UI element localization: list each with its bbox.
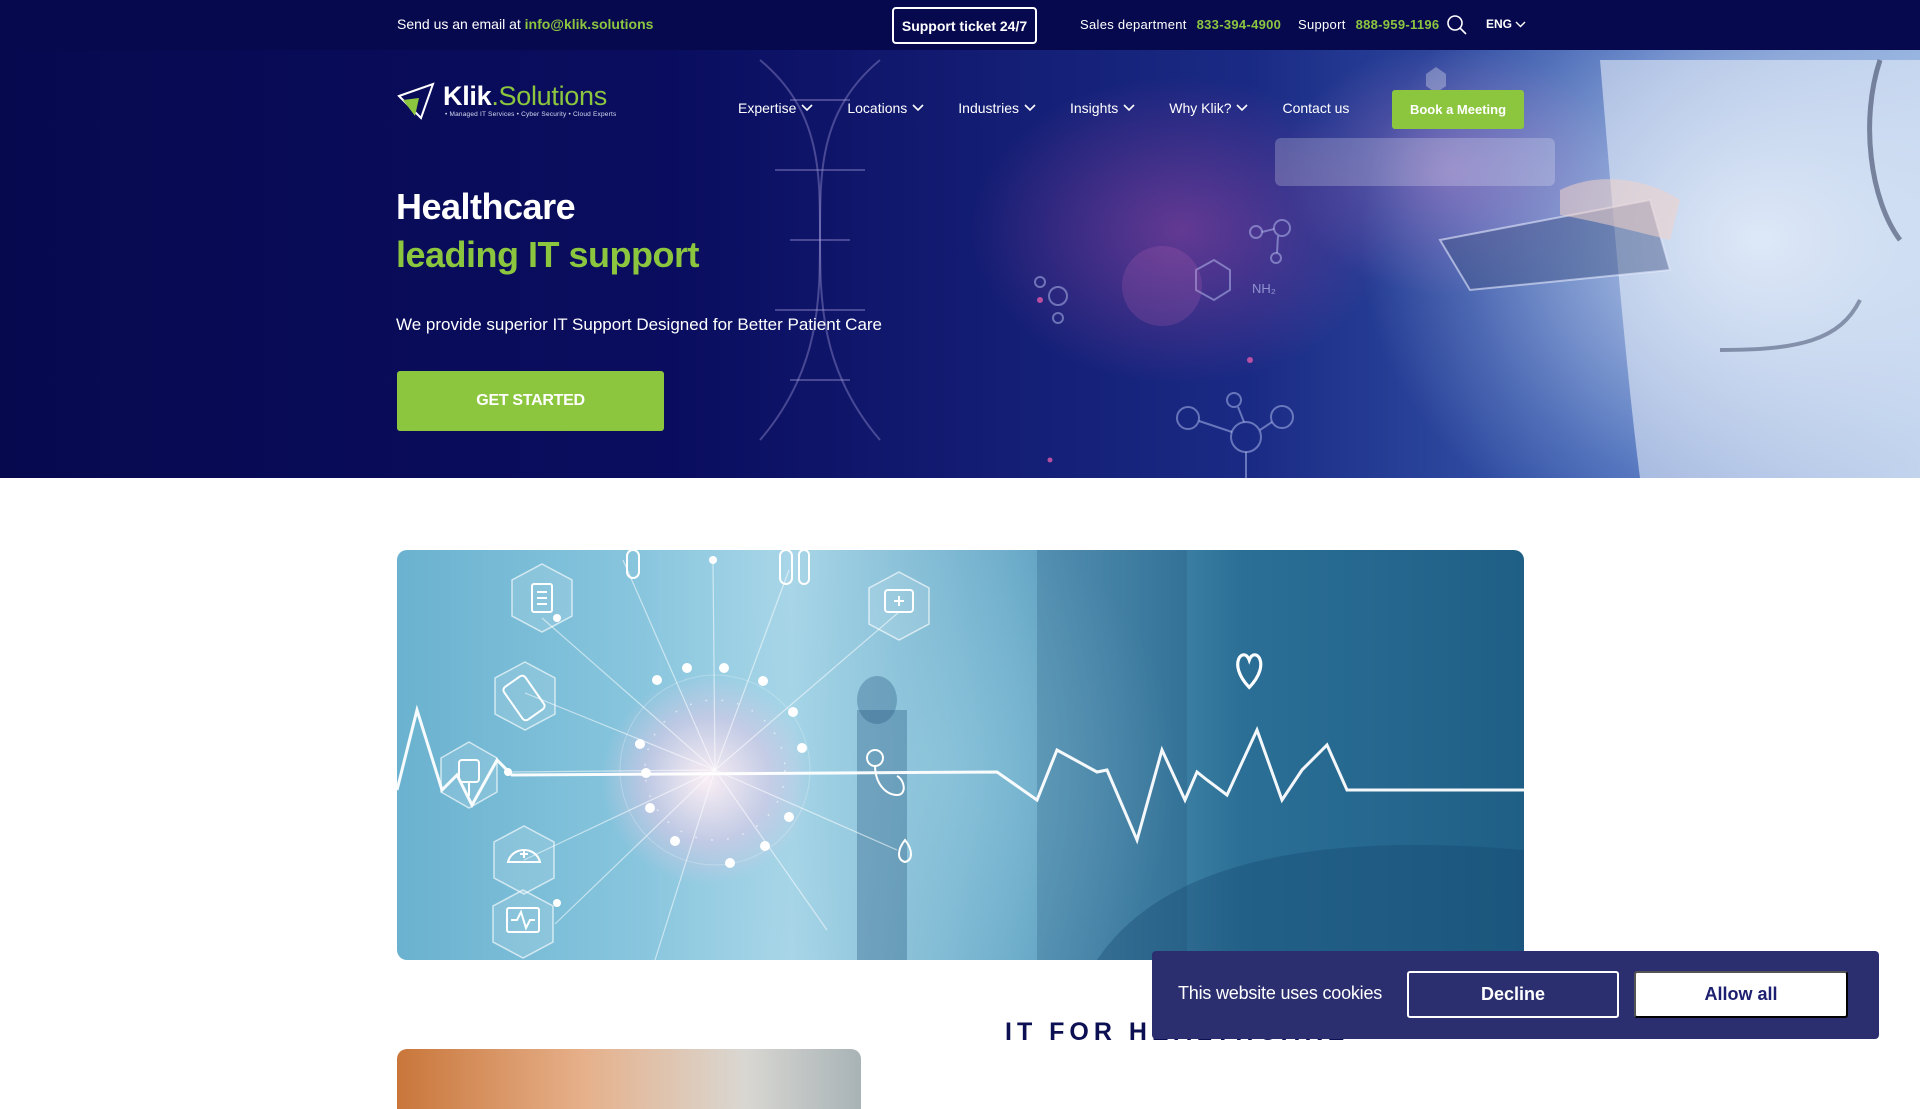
chevron-down-icon: [801, 104, 813, 112]
hero-banner: NH₂: [0, 0, 1920, 478]
chevron-down-icon: [1515, 21, 1526, 27]
search-icon[interactable]: [1446, 14, 1468, 36]
logo-tagline: • Managed IT Services • Cyber Security •…: [445, 111, 617, 118]
top-bar: Send us an email at info@klik.solutions …: [0, 0, 1920, 50]
nav-item-why-klik[interactable]: Why Klik?: [1169, 100, 1249, 116]
email-contact: Send us an email at info@klik.solutions: [397, 16, 653, 32]
nav-item-label: Why Klik?: [1169, 100, 1232, 116]
nav-item-label: Insights: [1070, 100, 1119, 116]
main-nav: Expertise Locations Industries Insights …: [738, 100, 1383, 116]
chevron-down-icon: [912, 104, 924, 112]
sales-label: Sales department: [1080, 17, 1187, 32]
support-ticket-button[interactable]: Support ticket 24/7: [892, 7, 1037, 44]
support-label: Support: [1298, 17, 1346, 32]
nav-item-label: Industries: [958, 100, 1019, 116]
healthcare-feature-image: [397, 550, 1524, 960]
medical-network-graphic: [397, 550, 1524, 960]
nav-item-label: Contact us: [1282, 100, 1350, 116]
logo-name-primary: Klik: [443, 81, 492, 111]
logo-mark-icon: [397, 82, 435, 120]
nav-item-label: Expertise: [738, 100, 797, 116]
nav-item-expertise[interactable]: Expertise: [738, 100, 813, 116]
klik-solutions-logo[interactable]: Klik.Solutions • Managed IT Services • C…: [397, 80, 616, 122]
sales-contact: Sales department 833-394-4900: [1080, 17, 1281, 32]
chevron-down-icon: [1123, 104, 1135, 112]
cookie-banner: This website uses cookies Decline Allow …: [1152, 951, 1879, 1039]
nav-item-insights[interactable]: Insights: [1070, 100, 1135, 116]
get-started-button[interactable]: GET STARTED: [397, 371, 664, 431]
nav-item-industries[interactable]: Industries: [958, 100, 1036, 116]
nav-item-contact-us[interactable]: Contact us: [1282, 100, 1349, 116]
section-thumbnail-image: [397, 1049, 861, 1109]
logo-name-secondary: .Solutions: [491, 81, 607, 111]
email-prefix: Send us an email at: [397, 16, 521, 32]
hero-title: Healthcare: [396, 186, 576, 227]
support-phone-link[interactable]: 888-959-1196: [1356, 17, 1440, 32]
cookie-message: This website uses cookies: [1178, 983, 1383, 1003]
chevron-down-icon: [1236, 104, 1249, 112]
svg-text:NH₂: NH₂: [1252, 281, 1276, 296]
hero-background-graphic: NH₂: [759, 59, 1920, 478]
chevron-down-icon: [1024, 104, 1036, 112]
nav-item-label: Locations: [847, 100, 908, 116]
book-meeting-button[interactable]: Book a Meeting: [1392, 90, 1524, 129]
email-link[interactable]: info@klik.solutions: [525, 16, 654, 32]
nav-item-locations[interactable]: Locations: [847, 100, 924, 116]
sales-phone-link[interactable]: 833-394-4900: [1197, 17, 1282, 32]
allow-all-cookies-button[interactable]: Allow all: [1634, 971, 1848, 1018]
language-selector[interactable]: ENG: [1486, 17, 1526, 31]
hero-description: We provide superior IT Support Designed …: [396, 315, 883, 334]
hero-subtitle: leading IT support: [396, 234, 700, 275]
decline-cookies-button[interactable]: Decline: [1407, 971, 1619, 1018]
language-label: ENG: [1486, 17, 1513, 31]
support-contact: Support 888-959-1196: [1298, 17, 1439, 32]
